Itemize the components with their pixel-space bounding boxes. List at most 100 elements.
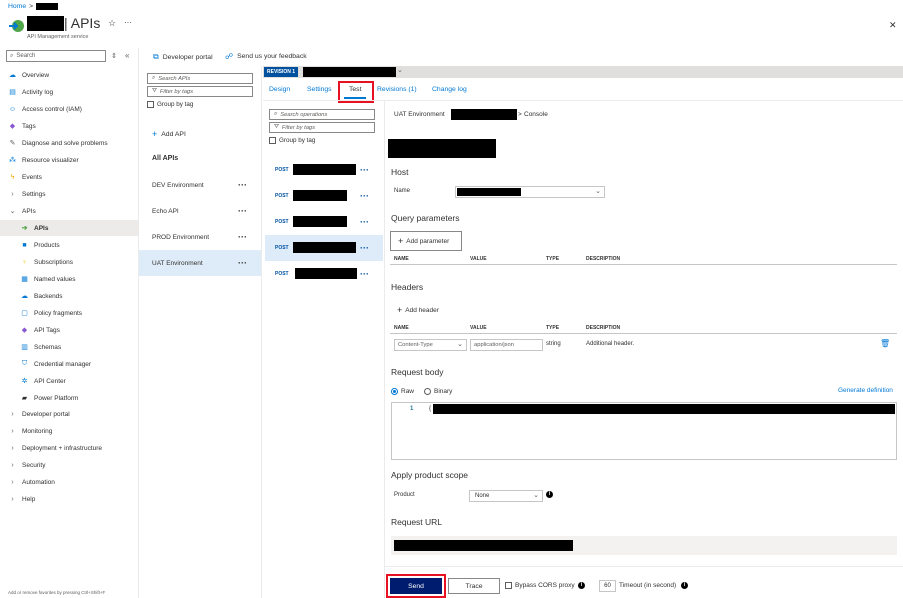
group-by-tag-checkbox[interactable]: Group by tag bbox=[147, 101, 193, 108]
more-options-icon[interactable]: ··· bbox=[238, 180, 247, 190]
sidebar-item-security[interactable]: › Security bbox=[8, 457, 45, 473]
api-item-dev[interactable]: DEV Environment ··· bbox=[139, 172, 261, 198]
tab-test[interactable]: Test bbox=[349, 86, 361, 93]
operation-item-selected[interactable]: POST ··· bbox=[265, 235, 383, 261]
sidebar-collapse-icon[interactable]: « bbox=[125, 51, 129, 60]
redacted-block bbox=[293, 164, 356, 175]
close-icon[interactable]: ✕ bbox=[889, 20, 897, 31]
delete-icon[interactable]: 🗑 bbox=[880, 339, 890, 348]
sidebar-item-developer-portal[interactable]: › Developer portal bbox=[8, 406, 69, 422]
sidebar-item-resource-visualizer[interactable]: ⁂ Resource visualizer bbox=[8, 152, 79, 168]
api-item-prod[interactable]: PROD Environment ··· bbox=[139, 224, 261, 250]
search-operations-input[interactable]: ⌕ Search operations bbox=[269, 109, 375, 120]
add-parameter-button[interactable]: + Add parameter bbox=[390, 231, 462, 251]
sidebar-item-backends[interactable]: ☁ Backends bbox=[20, 288, 63, 304]
breadcrumb-home[interactable]: Home bbox=[8, 3, 26, 10]
info-icon[interactable]: i bbox=[578, 582, 585, 589]
tab-change-log[interactable]: Change log bbox=[432, 86, 467, 93]
more-options-icon[interactable]: ··· bbox=[124, 18, 132, 27]
send-button[interactable]: Send bbox=[390, 578, 442, 594]
sidebar-item-products[interactable]: ■ Products bbox=[20, 237, 59, 253]
add-api-button[interactable]: + Add API bbox=[152, 129, 186, 139]
favorite-star-icon[interactable]: ☆ bbox=[108, 18, 116, 29]
operation-item[interactable]: POST ··· bbox=[265, 261, 383, 287]
sidebar-item-api-tags[interactable]: ◆ API Tags bbox=[20, 322, 60, 338]
sidebar-item-help[interactable]: › Help bbox=[8, 491, 35, 507]
filter-tags-input[interactable]: ⛛ Filter by tags bbox=[147, 86, 253, 97]
code-brace: { bbox=[429, 406, 432, 412]
sidebar-item-named-values[interactable]: ▦ Named values bbox=[20, 271, 75, 287]
sidebar-item-api-center[interactable]: ✲ API Center bbox=[20, 373, 66, 389]
shield-icon: ⛉ bbox=[21, 360, 28, 367]
tabs-divider bbox=[263, 100, 903, 101]
operation-item[interactable]: POST ··· bbox=[265, 157, 383, 183]
sidebar-item-settings[interactable]: › Settings bbox=[8, 186, 45, 202]
more-options-icon[interactable]: ··· bbox=[238, 232, 247, 242]
developer-portal-button[interactable]: ⧉ Developer portal bbox=[153, 52, 213, 62]
sidebar-item-monitoring[interactable]: › Monitoring bbox=[8, 423, 52, 439]
search-icon: ⌕ bbox=[152, 75, 156, 81]
bypass-cors-checkbox[interactable]: Bypass CORS proxy bbox=[505, 582, 575, 589]
checkbox-box bbox=[269, 137, 276, 144]
info-icon[interactable]: i bbox=[681, 582, 688, 589]
sidebar-item-apis[interactable]: ➔ APIs bbox=[20, 220, 49, 236]
sidebar-divider bbox=[138, 48, 139, 598]
filter-operations-tags-input[interactable]: ⛛ Filter by tags bbox=[269, 122, 375, 133]
api-item-echo[interactable]: Echo API ··· bbox=[139, 198, 261, 224]
api-item-uat[interactable]: UAT Environment ··· bbox=[139, 250, 261, 276]
sidebar-item-power-platform[interactable]: ▰ Power Platform bbox=[20, 390, 79, 406]
redacted-block bbox=[303, 67, 396, 77]
key-icon: ♀ bbox=[21, 258, 28, 266]
trace-button[interactable]: Trace bbox=[448, 578, 500, 594]
tab-design[interactable]: Design bbox=[269, 86, 290, 93]
header-value-input[interactable]: application/json bbox=[470, 339, 543, 351]
tab-revisions[interactable]: Revisions (1) bbox=[377, 86, 417, 93]
generate-definition-link[interactable]: Generate definition bbox=[838, 387, 893, 394]
timeout-input[interactable]: 60 bbox=[599, 580, 616, 592]
sidebar-item-automation[interactable]: › Automation bbox=[8, 474, 55, 490]
sidebar-search-input[interactable]: ⌕ Search bbox=[6, 50, 106, 62]
more-options-icon[interactable]: ··· bbox=[360, 217, 369, 227]
sidebar-item-deployment[interactable]: › Deployment + infrastructure bbox=[8, 440, 102, 456]
host-name-select[interactable]: ⌄ bbox=[455, 186, 605, 198]
more-options-icon[interactable]: ··· bbox=[360, 269, 369, 279]
operations-divider bbox=[384, 101, 385, 598]
more-options-icon[interactable]: ··· bbox=[238, 258, 247, 268]
sidebar-sort-icon[interactable]: ⇕ bbox=[111, 52, 117, 60]
sidebar-item-credential-manager[interactable]: ⛉ Credential manager bbox=[20, 356, 91, 372]
sidebar-item-tags[interactable]: ◆ Tags bbox=[8, 118, 36, 134]
redacted-block bbox=[293, 242, 356, 253]
more-options-icon[interactable]: ··· bbox=[360, 191, 369, 201]
search-icon: ⌕ bbox=[10, 52, 14, 59]
grid-icon: ▦ bbox=[21, 276, 28, 283]
sidebar-item-events[interactable]: ϟ Events bbox=[8, 169, 42, 185]
feedback-button[interactable]: ☍ Send us your feedback bbox=[225, 52, 307, 61]
cube-icon: ■ bbox=[22, 241, 27, 249]
request-body-editor[interactable]: 1 { bbox=[391, 402, 897, 460]
search-apis-input[interactable]: ⌕ Search APIs bbox=[147, 73, 253, 84]
sidebar-item-policy-fragments[interactable]: ▢ Policy fragments bbox=[20, 305, 82, 321]
more-options-icon[interactable]: ··· bbox=[238, 206, 247, 216]
sidebar-item-activity-log[interactable]: ▤ Activity log bbox=[8, 84, 53, 100]
info-icon[interactable]: i bbox=[546, 491, 553, 498]
hierarchy-icon: ⁂ bbox=[9, 157, 16, 164]
binary-radio[interactable]: Binary bbox=[424, 388, 452, 395]
product-select[interactable]: None ⌄ bbox=[469, 490, 543, 502]
sidebar-item-apis-group[interactable]: ⌄ APIs bbox=[8, 203, 36, 219]
operation-item[interactable]: POST ··· bbox=[265, 183, 383, 209]
sidebar-item-access-control[interactable]: ☺ Access control (IAM) bbox=[8, 101, 82, 117]
tab-settings[interactable]: Settings bbox=[307, 86, 332, 93]
operations-group-by-tag-checkbox[interactable]: Group by tag bbox=[269, 137, 315, 144]
chevron-down-icon: ⌄ bbox=[533, 492, 539, 499]
add-header-button[interactable]: + Add header bbox=[397, 305, 439, 315]
raw-radio[interactable]: Raw bbox=[391, 388, 414, 395]
sidebar-item-subscriptions[interactable]: ♀ Subscriptions bbox=[20, 254, 73, 270]
sidebar-item-diagnose[interactable]: ✎ Diagnose and solve problems bbox=[8, 135, 108, 151]
chevron-down-icon[interactable]: ⌄ bbox=[397, 66, 403, 74]
operation-item[interactable]: POST ··· bbox=[265, 209, 383, 235]
more-options-icon[interactable]: ··· bbox=[360, 243, 369, 253]
sidebar-item-schemas[interactable]: ▥ Schemas bbox=[20, 339, 61, 355]
more-options-icon[interactable]: ··· bbox=[360, 165, 369, 175]
sidebar-item-overview[interactable]: ☁ Overview bbox=[8, 67, 49, 83]
header-name-select[interactable]: Content-Type ⌄ bbox=[394, 339, 467, 351]
